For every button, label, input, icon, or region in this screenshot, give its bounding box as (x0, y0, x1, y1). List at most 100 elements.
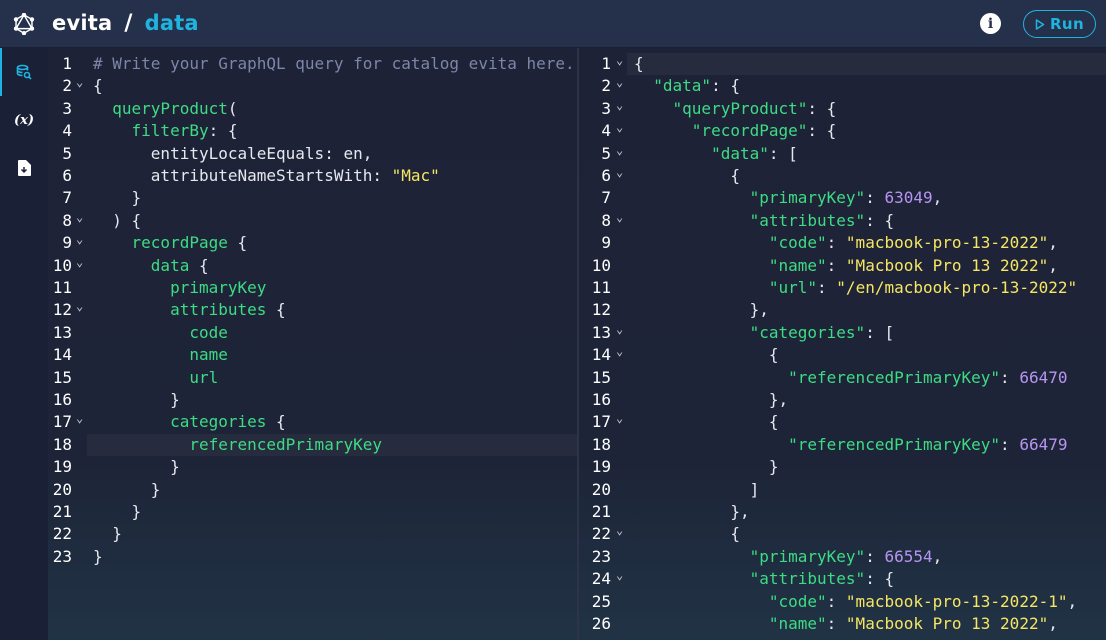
token-punc: , (1048, 614, 1058, 633)
code-text: } (93, 546, 103, 568)
fold-chevron-icon[interactable]: ⌄ (76, 251, 83, 273)
fold-chevron-icon[interactable]: ⌄ (76, 407, 83, 429)
query-line[interactable]: 18 referencedPrimaryKey (53, 433, 577, 457)
token-field: url (189, 367, 219, 387)
code-text: "referencedPrimaryKey": 66470 (634, 367, 1067, 389)
query-line[interactable]: 15 url (48, 367, 577, 389)
fold-chevron-icon[interactable]: ⌄ (616, 519, 623, 541)
result-line[interactable]: 10 "name": "Macbook Pro 13 2022", (579, 255, 1106, 277)
line-number: 21 (591, 502, 611, 521)
fold-chevron-icon[interactable]: ⌄ (616, 318, 623, 340)
result-line[interactable]: 12 }, (579, 299, 1106, 321)
result-line[interactable]: 20 ] (579, 479, 1106, 501)
fold-chevron-icon[interactable]: ⌄ (616, 94, 623, 116)
result-line[interactable]: 8 ⌄ "attributes": { (579, 210, 1106, 232)
result-line[interactable]: 17 ⌄ { (579, 411, 1106, 433)
line-number: 25 (591, 591, 611, 611)
query-line[interactable]: 21 } (48, 501, 577, 523)
result-line[interactable]: 24 ⌄ "attributes": { (579, 568, 1106, 590)
code-text: ] (634, 479, 760, 501)
line-number: 22 (591, 524, 611, 544)
result-line[interactable]: 15 "referencedPrimaryKey": 66470 (579, 367, 1106, 389)
fold-chevron-icon[interactable]: ⌄ (616, 340, 623, 362)
result-line[interactable]: 13 ⌄ "categories": [ (579, 322, 1106, 344)
info-button[interactable]: i (980, 13, 1001, 34)
token-punc: { (93, 76, 103, 96)
run-button[interactable]: Run (1023, 10, 1096, 38)
result-line[interactable]: 25 "code": "macbook-pro-13-2022-1", (579, 591, 1106, 613)
result-line[interactable]: 11 "url": "/en/macbook-pro-13-2022" (579, 277, 1106, 299)
nav-schema[interactable] (0, 144, 48, 192)
graphql-logo-icon[interactable] (0, 0, 48, 48)
fold-chevron-icon[interactable]: ⌄ (616, 49, 623, 71)
query-line[interactable]: 16 } (48, 389, 577, 411)
fold-chevron-icon[interactable]: ⌄ (76, 295, 83, 317)
query-line[interactable]: 2 ⌄{ (48, 75, 577, 97)
nav-variables[interactable]: (x) (0, 96, 48, 144)
result-line[interactable]: 21 }, (579, 501, 1106, 523)
token-key: "code" (768, 591, 827, 611)
result-line[interactable]: 19 } (579, 456, 1106, 478)
query-line[interactable]: 11 primaryKey (48, 277, 577, 299)
query-line[interactable]: 5 entityLocaleEquals: en, (48, 143, 577, 165)
document-icon (18, 160, 31, 176)
fold-chevron-icon[interactable]: ⌄ (76, 206, 83, 228)
result-line[interactable]: 7 "primaryKey": 63049, (579, 187, 1106, 209)
query-editor[interactable]: 1 # Write your GraphQL query for catalog … (48, 48, 577, 640)
token-punc: : [ (768, 143, 798, 163)
query-line[interactable]: 3 queryProduct( (48, 98, 577, 120)
result-line[interactable]: 23 "primaryKey": 66554, (579, 546, 1106, 568)
query-line[interactable]: 22 } (48, 523, 577, 545)
result-line[interactable]: 22 ⌄ { (579, 523, 1106, 545)
query-line[interactable]: 20 } (48, 479, 577, 501)
query-line[interactable]: 23} (48, 546, 577, 568)
query-line[interactable]: 7 } (48, 187, 577, 209)
token-comment: # Write your GraphQL query for catalog e… (93, 54, 575, 73)
code-text: { (634, 523, 740, 545)
fold-chevron-icon[interactable]: ⌄ (76, 71, 83, 93)
query-line[interactable]: 9 ⌄ recordPage { (48, 232, 577, 254)
token-punc (93, 99, 112, 118)
fold-chevron-icon[interactable]: ⌄ (616, 116, 623, 138)
result-line[interactable]: 26 "name": "Macbook Pro 13 2022", (579, 613, 1106, 635)
query-line[interactable]: 10 ⌄ data { (48, 255, 577, 277)
fold-chevron-icon[interactable]: ⌄ (616, 206, 623, 228)
token-str: "Macbook Pro 13 2022" (845, 255, 1049, 275)
result-line[interactable]: 3 ⌄ "queryProduct": { (579, 98, 1106, 120)
token-punc (93, 233, 132, 252)
fold-chevron-icon[interactable]: ⌄ (616, 139, 623, 161)
result-line[interactable]: 2 ⌄ "data": { (579, 75, 1106, 97)
code-text: { (634, 344, 779, 366)
side-navigation: (x) (0, 48, 48, 640)
query-line[interactable]: 19 } (48, 456, 577, 478)
query-line[interactable]: 14 name (48, 344, 577, 366)
fold-chevron-icon[interactable]: ⌄ (616, 71, 623, 93)
nav-query-editor[interactable] (0, 48, 48, 96)
fold-chevron-icon[interactable]: ⌄ (616, 407, 623, 429)
query-line[interactable]: 12 ⌄ attributes { (48, 299, 577, 321)
query-line[interactable]: 1 # Write your GraphQL query for catalog … (48, 53, 577, 75)
query-line[interactable]: 4 filterBy: { (48, 120, 577, 142)
result-line[interactable]: 14 ⌄ { (579, 344, 1106, 366)
result-line[interactable]: 16 }, (579, 389, 1106, 411)
fold-chevron-icon[interactable]: ⌄ (616, 564, 623, 586)
app-header: evita / data i Run (0, 0, 1106, 48)
token-num: 66470 (1019, 367, 1068, 387)
result-line[interactable]: 1 ⌄{ (601, 53, 1106, 76)
token-punc: , (932, 546, 943, 566)
query-line[interactable]: 13 code (48, 322, 577, 344)
token-punc (634, 435, 788, 454)
result-line[interactable]: 9 "code": "macbook-pro-13-2022", (579, 232, 1106, 254)
code-text: "attributes": { (634, 210, 895, 232)
result-line[interactable]: 6 ⌄ { (579, 165, 1106, 187)
line-number: 1 (62, 54, 72, 73)
query-line[interactable]: 6 attributeNameStartsWith: "Mac" (48, 165, 577, 187)
code-text: data { (93, 255, 209, 277)
fold-chevron-icon[interactable]: ⌄ (76, 228, 83, 250)
result-line[interactable]: 4 ⌄ "recordPage": { (579, 120, 1106, 142)
query-line[interactable]: 8 ⌄ ) { (48, 210, 577, 232)
result-line[interactable]: 5 ⌄ "data": [ (579, 143, 1106, 165)
result-line[interactable]: 18 "referencedPrimaryKey": 66479 (579, 434, 1106, 456)
fold-chevron-icon[interactable]: ⌄ (616, 161, 623, 183)
query-line[interactable]: 17 ⌄ categories { (48, 411, 577, 433)
